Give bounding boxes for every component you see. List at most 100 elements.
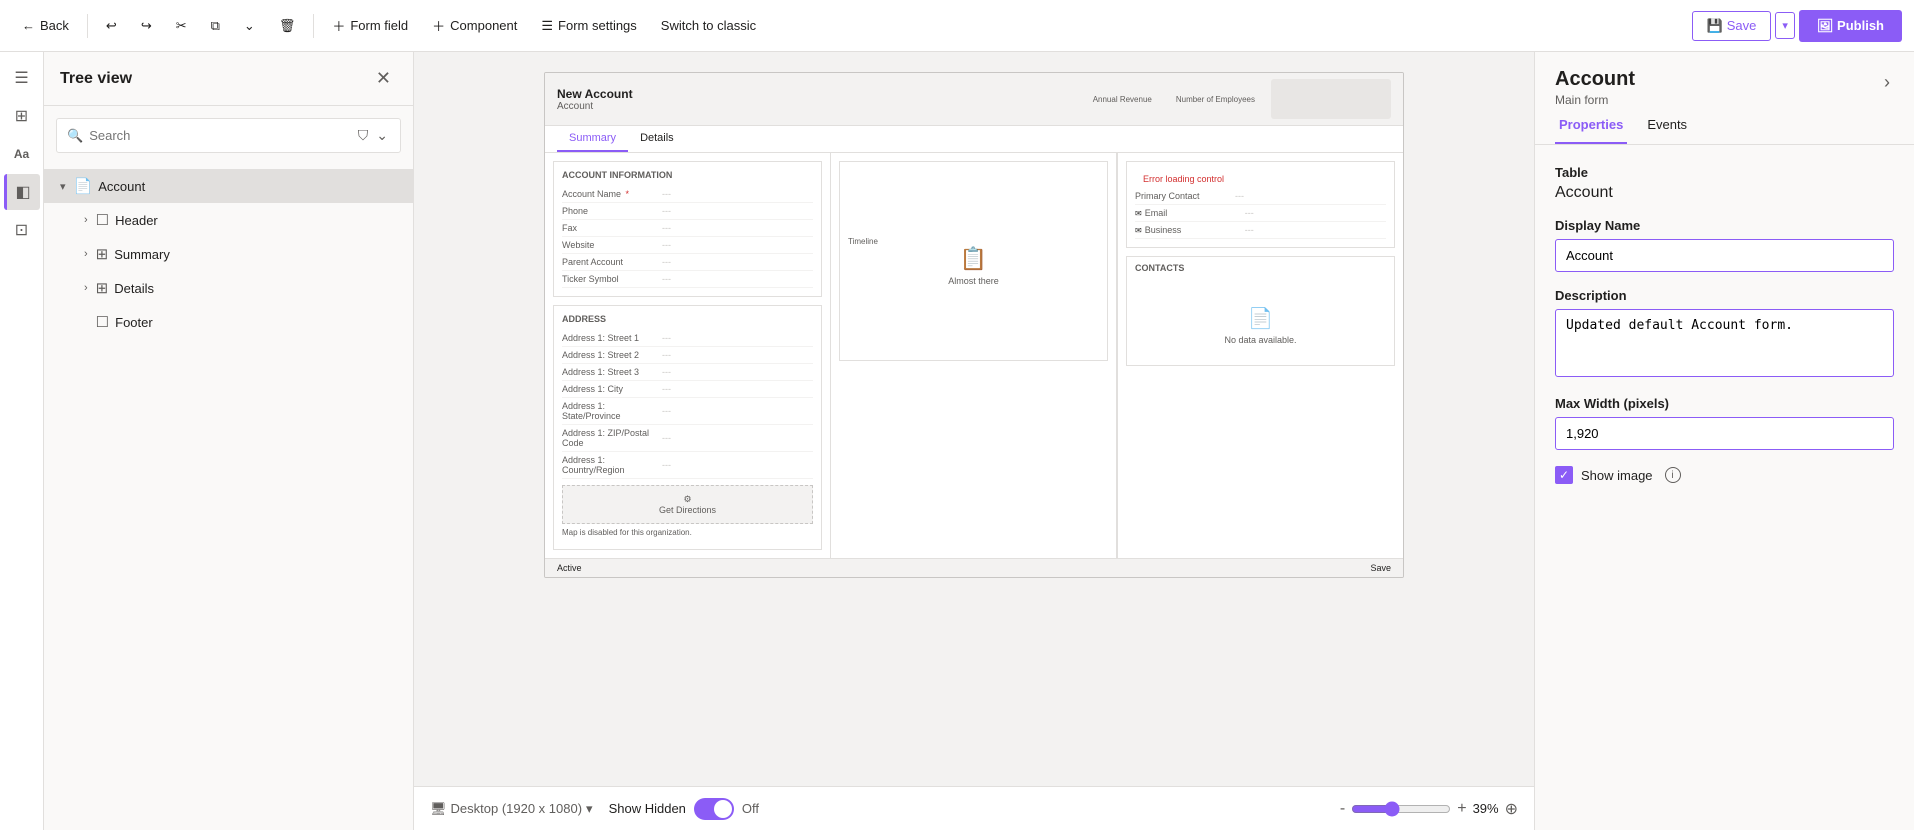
sidebar-item-summary[interactable]: › ⊞ Summary (44, 237, 413, 271)
address-section: ADDRESS Address 1: Street 1 --- Address … (553, 305, 822, 550)
sidebar-item-header[interactable]: › ☐ Header (44, 203, 413, 237)
field-label-fax: Fax (562, 223, 662, 233)
sidebar-close-button[interactable]: ✕ (370, 66, 397, 91)
map-disabled-label: Map is disabled for this organization. (562, 524, 813, 541)
form-field-button[interactable]: ＋ Form field (322, 10, 418, 41)
form-settings-button[interactable]: ☰ Form settings (531, 12, 646, 40)
show-hidden-label: Show Hidden (609, 801, 686, 816)
desktop-label: Desktop (1920 x 1080) (451, 801, 583, 816)
show-image-checkbox[interactable]: ✓ (1555, 466, 1573, 484)
separator-1 (87, 14, 88, 38)
field-dots-2: --- (662, 206, 671, 216)
table-value: Account (1555, 184, 1894, 202)
sidebar-item-account[interactable]: ▾ 📄 Account (44, 169, 413, 203)
text-icon: Aa (14, 147, 29, 161)
form-icon: 📄 (74, 177, 93, 195)
delete-button[interactable]: 🗑 (269, 12, 306, 40)
right-fields-section: Error loading control Primary Contact --… (1126, 161, 1395, 248)
publish-button[interactable]: 🖼 Publish (1799, 10, 1902, 42)
col2: Timeline 📋 Almost there (831, 153, 1117, 558)
cut-button[interactable]: ✂ (166, 12, 197, 40)
status-save: Save (1370, 563, 1391, 573)
fit-to-window-button[interactable]: ⊕ (1505, 799, 1518, 819)
form-preview: New Account Account Annual Revenue Numbe… (544, 72, 1404, 578)
tab-details[interactable]: Details (628, 126, 686, 152)
max-width-input[interactable] (1555, 417, 1894, 450)
right-panel-expand-button[interactable]: › (1880, 68, 1894, 97)
num-employees-label: Number of Employees (1176, 95, 1255, 104)
field-dots-s1: --- (662, 333, 671, 343)
zoom-slider[interactable] (1351, 801, 1451, 817)
show-hidden-toggle[interactable] (694, 798, 734, 820)
add-icon: ＋ (332, 16, 345, 35)
field-label-primary-contact: Primary Contact (1135, 191, 1235, 201)
chevron-down-icon[interactable]: ⌄ (374, 125, 390, 146)
expand-icon-details: › (84, 282, 88, 294)
description-textarea[interactable]: Updated default Account form. (1555, 309, 1894, 377)
header-label: Header (115, 213, 158, 228)
field-label-business: Business (1145, 225, 1245, 235)
right-panel-body: Table Account Display Name Description U… (1535, 145, 1914, 830)
display-name-input[interactable] (1555, 239, 1894, 272)
search-icon: 🔍 (67, 128, 83, 144)
field-phone: Phone --- (562, 203, 813, 220)
cut-icon: ✂ (176, 18, 187, 34)
field-dots-email: --- (1245, 208, 1254, 218)
show-image-label: Show image (1581, 468, 1653, 483)
back-label: Back (40, 18, 69, 33)
canvas-area: New Account Account Annual Revenue Numbe… (414, 52, 1534, 830)
field-dots-zip: --- (662, 433, 671, 443)
filter-icon[interactable]: ⛉ (356, 125, 371, 146)
zoom-control: - + 39% ⊕ (1340, 799, 1518, 819)
zoom-plus-button[interactable]: + (1457, 800, 1466, 818)
switch-classic-button[interactable]: Switch to classic (651, 12, 766, 39)
right-panel-subtitle: Main form (1555, 93, 1635, 107)
form-new-account: New Account (557, 87, 633, 101)
right-panel-tabs: Properties Events (1535, 107, 1914, 145)
toggle-knob (714, 800, 732, 818)
nav-menu-button[interactable]: ☰ (4, 60, 40, 96)
back-button[interactable]: ← Back (12, 12, 79, 39)
form-body: ACCOUNT INFORMATION Account Name * --- P… (545, 153, 1403, 558)
sidebar-item-details[interactable]: › ⊞ Details (44, 271, 413, 305)
expand-icon-summary: › (84, 248, 88, 260)
field-street2: Address 1: Street 2 --- (562, 347, 813, 364)
dropdown-button[interactable]: ⌄ (234, 12, 265, 40)
info-icon[interactable]: i (1665, 467, 1681, 483)
right-panel-title: Account (1555, 68, 1635, 91)
expand-icon: ▾ (60, 180, 66, 193)
details-label: Details (114, 281, 154, 296)
business-icon: ✉ (1135, 226, 1142, 235)
tab-summary[interactable]: Summary (557, 126, 628, 152)
redo-button[interactable]: ↪ (131, 12, 162, 40)
component-button[interactable]: ＋ Component (422, 10, 527, 41)
nav-text-button[interactable]: Aa (4, 136, 40, 172)
publish-label: Publish (1837, 18, 1884, 33)
apps-icon: ⊞ (15, 106, 28, 126)
account-info-title: ACCOUNT INFORMATION (562, 170, 813, 180)
save-button[interactable]: 💾 Save (1692, 11, 1772, 41)
tab-events[interactable]: Events (1643, 107, 1691, 144)
no-data-icon: 📄 (1248, 306, 1273, 331)
field-dots-city: --- (662, 384, 671, 394)
zoom-minus-button[interactable]: - (1340, 800, 1345, 818)
copy-button[interactable]: ⧉ (201, 12, 230, 40)
search-input[interactable] (89, 128, 350, 143)
field-website: Website --- (562, 237, 813, 254)
expand-icon-header: › (84, 214, 88, 226)
nav-components-button[interactable]: ⊡ (4, 212, 40, 248)
undo-button[interactable]: ↩ (96, 12, 127, 40)
field-dots-state: --- (662, 406, 671, 416)
field-label-account-name: Account Name * (562, 189, 662, 199)
nav-apps-button[interactable]: ⊞ (4, 98, 40, 134)
checkbox-check-icon: ✓ (1559, 468, 1569, 482)
sidebar-item-footer[interactable]: › ☐ Footer (44, 305, 413, 339)
field-label-country: Address 1: Country/Region (562, 455, 662, 475)
nav-layers-button[interactable]: ◧ (4, 174, 40, 210)
save-dropdown-button[interactable]: ▾ (1775, 12, 1795, 39)
field-fax: Fax --- (562, 220, 813, 237)
sidebar: Tree view ✕ 🔍 ⛉ ⌄ ▾ 📄 Account › ☐ Header (44, 52, 414, 830)
tab-properties[interactable]: Properties (1555, 107, 1627, 144)
field-dots-3: --- (662, 223, 671, 233)
desktop-selector-button[interactable]: 🖥 Desktop (1920 x 1080) ▾ (430, 801, 593, 817)
